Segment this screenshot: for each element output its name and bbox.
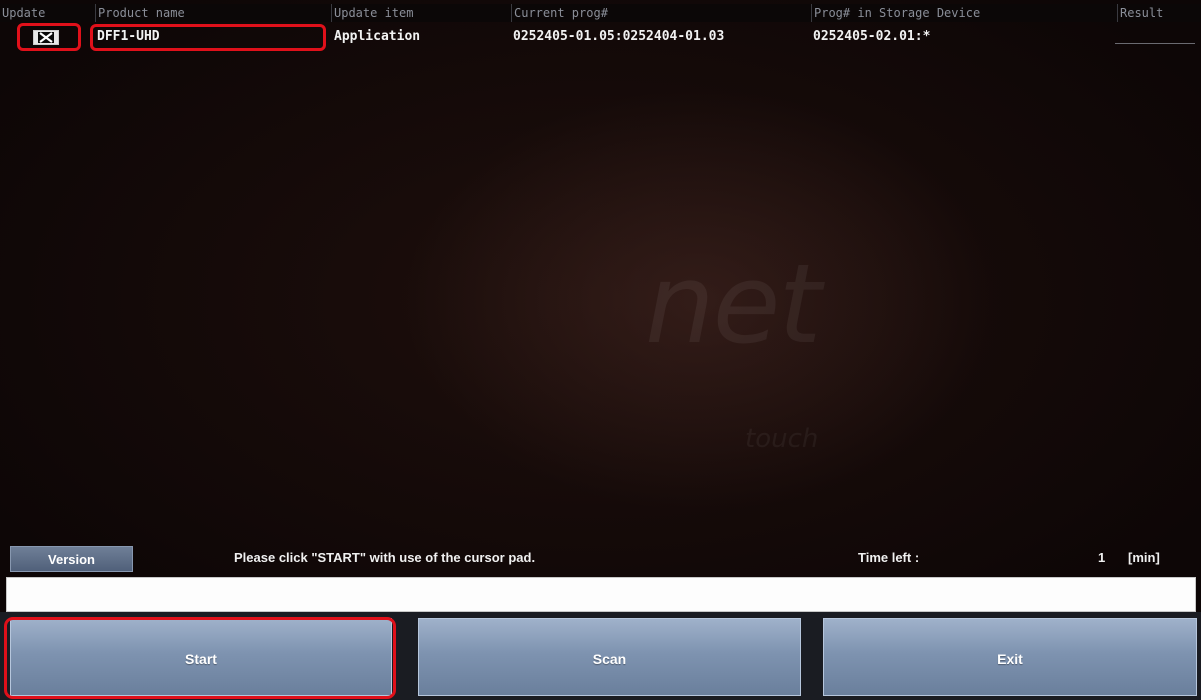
column-header-storage-prog: Prog# in Storage Device [811, 4, 1117, 22]
highlight-update-checkbox [17, 23, 81, 51]
watermark-logo: net [645, 240, 822, 368]
watermark-tagline: touch [745, 424, 819, 454]
column-header-product-name: Product name [95, 4, 331, 22]
time-left-value: 1 [1098, 550, 1106, 565]
highlight-product-name [90, 24, 326, 51]
scan-button[interactable]: Scan [418, 618, 801, 696]
current-prog-cell: 0252405-01.05:0252404-01.03 [513, 29, 725, 44]
update-screen: net touch Update Product name Update ite… [0, 0, 1201, 700]
column-header-current-prog: Current prog# [511, 4, 811, 22]
result-divider [1115, 43, 1195, 44]
time-left-label: Time left : [858, 550, 920, 565]
time-left-unit: [min] [1128, 550, 1160, 565]
highlight-start-button [4, 617, 396, 699]
update-item-cell: Application [334, 29, 421, 44]
version-button[interactable]: Version [10, 546, 133, 572]
instruction-message: Please click "START" with use of the cur… [234, 550, 536, 565]
column-header-update: Update [2, 6, 46, 20]
scan-button-label: Scan [592, 651, 627, 667]
exit-button-label: Exit [997, 651, 1023, 667]
exit-button[interactable]: Exit [823, 618, 1197, 696]
column-header-result: Result [1117, 4, 1201, 22]
column-header-update-item: Update item [331, 4, 511, 22]
table-header: Update Product name Update item Current … [0, 4, 1201, 22]
input-field[interactable] [6, 577, 1196, 612]
storage-prog-cell: 0252405-02.01:* [813, 29, 931, 44]
